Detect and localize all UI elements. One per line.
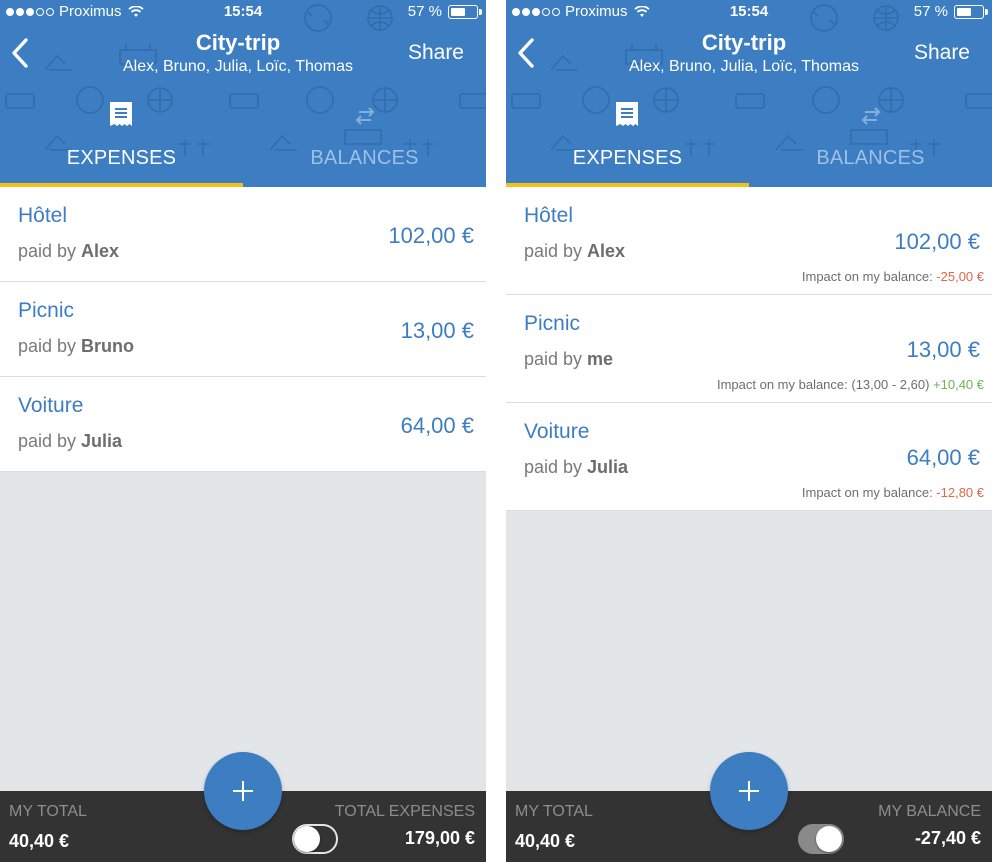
group-title: City-trip bbox=[195, 30, 281, 55]
expense-name: Voiture bbox=[18, 394, 84, 417]
add-expense-button[interactable] bbox=[204, 752, 282, 830]
my-total-value: 40,40 € bbox=[515, 831, 576, 851]
my-total-label: MY TOTAL bbox=[515, 803, 593, 820]
expense-payer: paid by Alex bbox=[18, 241, 120, 261]
expense-payer: paid by Bruno bbox=[18, 336, 135, 356]
balance-impact: Impact on my balance: (13,00 - 2,60) +10… bbox=[716, 377, 984, 392]
expense-amount: 64,00 € bbox=[906, 445, 980, 470]
transfer-arrows-icon bbox=[861, 107, 881, 125]
total-expenses-value: 179,00 € bbox=[404, 828, 475, 848]
expense-row[interactable]: Voiture paid by Julia 64,00 € bbox=[0, 377, 486, 472]
expense-name: Voiture bbox=[524, 420, 590, 443]
transfer-arrows-icon bbox=[355, 107, 375, 125]
tab-balances-label: BALANCES bbox=[816, 147, 925, 169]
impact-value: +10,40 € bbox=[933, 377, 984, 392]
tab-balances[interactable]: BALANCES bbox=[243, 97, 486, 187]
expense-row[interactable]: Hôtel paid by Alex 102,00 € bbox=[0, 187, 486, 282]
expense-amount: 13,00 € bbox=[400, 318, 474, 343]
receipt-icon bbox=[616, 102, 638, 126]
total-mode-toggle[interactable] bbox=[798, 824, 844, 854]
impact-value: -12,80 € bbox=[936, 485, 984, 500]
total-mode-toggle[interactable] bbox=[292, 824, 338, 854]
battery-icon bbox=[448, 4, 482, 19]
balance-impact: Impact on my balance: -25,00 € bbox=[801, 269, 984, 284]
expense-row[interactable]: Voiture paid by Julia 64,00 € Impact on … bbox=[506, 403, 992, 511]
toggle-knob bbox=[816, 826, 842, 852]
group-title: City-trip bbox=[701, 30, 787, 55]
balance-impact: Impact on my balance: -12,80 € bbox=[801, 485, 984, 500]
tab-balances-label: BALANCES bbox=[310, 147, 419, 169]
expense-row[interactable]: Picnic paid by Bruno 13,00 € bbox=[0, 282, 486, 377]
share-button[interactable]: Share bbox=[408, 41, 464, 65]
battery-icon bbox=[954, 4, 988, 19]
share-button[interactable]: Share bbox=[914, 41, 970, 65]
impact-value: -25,00 € bbox=[936, 269, 984, 284]
expense-payer: paid by Julia bbox=[18, 431, 123, 451]
toggle-knob bbox=[294, 826, 320, 852]
my-total-label: MY TOTAL bbox=[9, 803, 87, 820]
expense-payer: paid by Alex bbox=[524, 241, 626, 261]
status-bar: Proximus 15:54 57 % bbox=[0, 0, 486, 24]
expenses-screen-balance-view: Proximus 15:54 57 % City-trip Alex, Brun… bbox=[506, 0, 992, 862]
tab-expenses[interactable]: EXPENSES bbox=[506, 97, 749, 187]
battery-percent: 57 % bbox=[407, 3, 442, 20]
my-total-value: 40,40 € bbox=[9, 831, 70, 851]
tab-expenses-label: EXPENSES bbox=[572, 147, 683, 169]
add-expense-button[interactable] bbox=[710, 752, 788, 830]
header: Proximus 15:54 57 % City-trip Alex, Brun… bbox=[0, 0, 486, 187]
expense-payer: paid by me bbox=[524, 349, 614, 369]
expense-payer: paid by Julia bbox=[524, 457, 629, 477]
expense-amount: 102,00 € bbox=[894, 229, 980, 254]
status-bar: Proximus 15:54 57 % bbox=[506, 0, 992, 24]
expense-row[interactable]: Picnic paid by me 13,00 € Impact on my b… bbox=[506, 295, 992, 403]
receipt-icon bbox=[110, 102, 132, 126]
expense-name: Hôtel bbox=[524, 204, 574, 227]
tab-balances[interactable]: BALANCES bbox=[749, 97, 992, 187]
expenses-screen-total-view: Proximus 15:54 57 % City-trip Alex, Brun… bbox=[0, 0, 486, 862]
tab-expenses[interactable]: EXPENSES bbox=[0, 97, 243, 187]
battery-percent: 57 % bbox=[913, 3, 948, 20]
expense-amount: 102,00 € bbox=[388, 223, 474, 248]
my-balance-label: MY BALANCE bbox=[878, 803, 981, 820]
plus-icon-vertical bbox=[748, 781, 750, 801]
header: Proximus 15:54 57 % City-trip Alex, Brun… bbox=[506, 0, 992, 187]
expense-name: Picnic bbox=[524, 312, 581, 335]
expense-row[interactable]: Hôtel paid by Alex 102,00 € Impact on my… bbox=[506, 187, 992, 295]
group-members: Alex, Bruno, Julia, Loïc, Thomas bbox=[122, 58, 354, 75]
plus-icon-vertical bbox=[242, 781, 244, 801]
expense-amount: 13,00 € bbox=[906, 337, 980, 362]
total-expenses-label: TOTAL EXPENSES bbox=[334, 803, 475, 820]
my-balance-value: -27,40 € bbox=[914, 828, 981, 848]
expense-list: Hôtel paid by Alex 102,00 € Impact on my… bbox=[506, 187, 992, 511]
expense-amount: 64,00 € bbox=[400, 413, 474, 438]
group-members: Alex, Bruno, Julia, Loïc, Thomas bbox=[628, 58, 860, 75]
tab-expenses-label: EXPENSES bbox=[66, 147, 177, 169]
expense-list: Hôtel paid by Alex 102,00 € Picnic paid … bbox=[0, 187, 486, 472]
expense-name: Picnic bbox=[18, 299, 75, 322]
expense-name: Hôtel bbox=[18, 204, 68, 227]
